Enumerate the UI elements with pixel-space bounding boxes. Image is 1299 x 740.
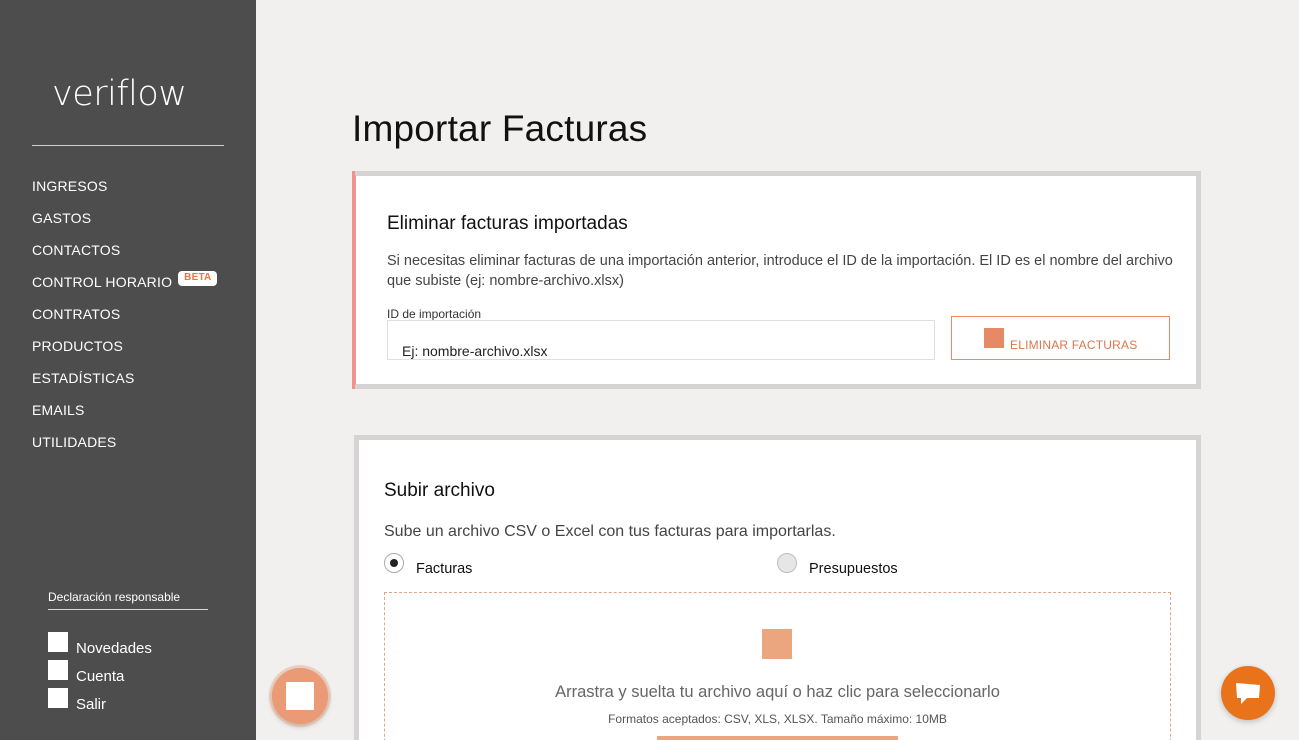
delete-invoices-label: ELIMINAR FACTURAS <box>1010 338 1138 352</box>
sidebar-item-label: GASTOS <box>32 210 92 226</box>
sidebar: veriflow INGRESOS GASTOS CONTACTOS CONTR… <box>0 0 256 740</box>
select-file-button[interactable] <box>657 736 898 740</box>
salir-label: Salir <box>76 696 107 713</box>
sidebar-item-label: PRODUCTOS <box>32 338 123 354</box>
square-icon <box>48 632 68 652</box>
upload-card-title: Subir archivo <box>384 480 495 501</box>
sidebar-item-label: INGRESOS <box>32 178 108 194</box>
square-icon <box>286 682 314 710</box>
sidebar-item-label: CONTRATOS <box>32 306 121 322</box>
cuenta-label: Cuenta <box>76 668 125 685</box>
veriflow-logo[interactable]: veriflow <box>52 62 212 128</box>
sidebar-nav: INGRESOS GASTOS CONTACTOS CONTROL HORARI… <box>32 170 218 458</box>
sidebar-bottom-links: Novedades Cuenta Salir <box>48 632 152 716</box>
upload-icon <box>762 629 792 659</box>
dropzone-subtext: Formatos aceptados: CSV, XLS, XLSX. Tama… <box>608 712 947 726</box>
import-id-input[interactable] <box>387 320 935 360</box>
chat-icon <box>1236 683 1260 704</box>
square-icon <box>48 660 68 680</box>
sidebar-divider <box>32 145 224 146</box>
sidebar-item-label: EMAILS <box>32 402 85 418</box>
page-title: Importar Facturas <box>352 108 648 149</box>
chat-button[interactable] <box>1221 666 1275 720</box>
radio-button-checked[interactable] <box>384 553 404 573</box>
radio-label: Facturas <box>416 561 473 577</box>
declaracion-responsable-link[interactable]: Declaración responsable <box>48 590 208 610</box>
upload-file-card: Subir archivo Sube un archivo CSV o Exce… <box>354 435 1201 740</box>
sidebar-item-ingresos[interactable]: INGRESOS <box>32 170 217 202</box>
delete-imports-card: Eliminar facturas importadas Si necesita… <box>352 171 1201 389</box>
sidebar-item-emails[interactable]: EMAILS <box>32 394 217 426</box>
sidebar-item-control-horario[interactable]: CONTROL HORARIO BETA <box>32 266 218 298</box>
cuenta-link[interactable]: Cuenta <box>48 660 152 688</box>
dropzone-text: Arrastra y suelta tu archivo aquí o haz … <box>555 683 1000 701</box>
sidebar-item-label: CONTACTOS <box>32 242 121 258</box>
square-icon <box>48 688 68 708</box>
radio-button[interactable] <box>777 553 797 573</box>
radio-facturas[interactable]: Facturas <box>384 553 472 577</box>
import-id-label: ID de importación <box>387 307 482 321</box>
sidebar-item-label: CONTROL HORARIO <box>32 274 173 290</box>
upload-card-description: Sube un archivo CSV o Excel con tus fact… <box>384 523 836 540</box>
salir-link[interactable]: Salir <box>48 688 152 716</box>
floating-action-button[interactable] <box>272 668 328 724</box>
sidebar-item-productos[interactable]: PRODUCTOS <box>32 330 217 362</box>
sidebar-item-contactos[interactable]: CONTACTOS <box>32 234 217 266</box>
radio-label: Presupuestos <box>809 561 898 577</box>
delete-invoices-button[interactable]: ELIMINAR FACTURAS <box>951 316 1170 360</box>
file-dropzone[interactable]: Arrastra y suelta tu archivo aquí o haz … <box>384 592 1171 740</box>
delete-card-title: Eliminar facturas importadas <box>387 213 628 234</box>
radio-presupuestos[interactable]: Presupuestos <box>777 553 898 577</box>
sidebar-item-utilidades[interactable]: UTILIDADES <box>32 426 217 458</box>
sidebar-item-label: ESTADÍSTICAS <box>32 370 135 386</box>
novedades-link[interactable]: Novedades <box>48 632 152 660</box>
sidebar-item-estadisticas[interactable]: ESTADÍSTICAS <box>32 362 217 394</box>
delete-card-description: Si necesitas eliminar facturas de una im… <box>387 253 1173 289</box>
sidebar-item-label: UTILIDADES <box>32 434 117 450</box>
beta-badge: BETA <box>178 270 218 286</box>
trash-icon <box>984 328 1004 348</box>
sidebar-item-contratos[interactable]: CONTRATOS <box>32 298 217 330</box>
logo-text: veriflow <box>52 74 187 114</box>
sidebar-item-gastos[interactable]: GASTOS <box>32 202 217 234</box>
novedades-label: Novedades <box>76 640 152 657</box>
